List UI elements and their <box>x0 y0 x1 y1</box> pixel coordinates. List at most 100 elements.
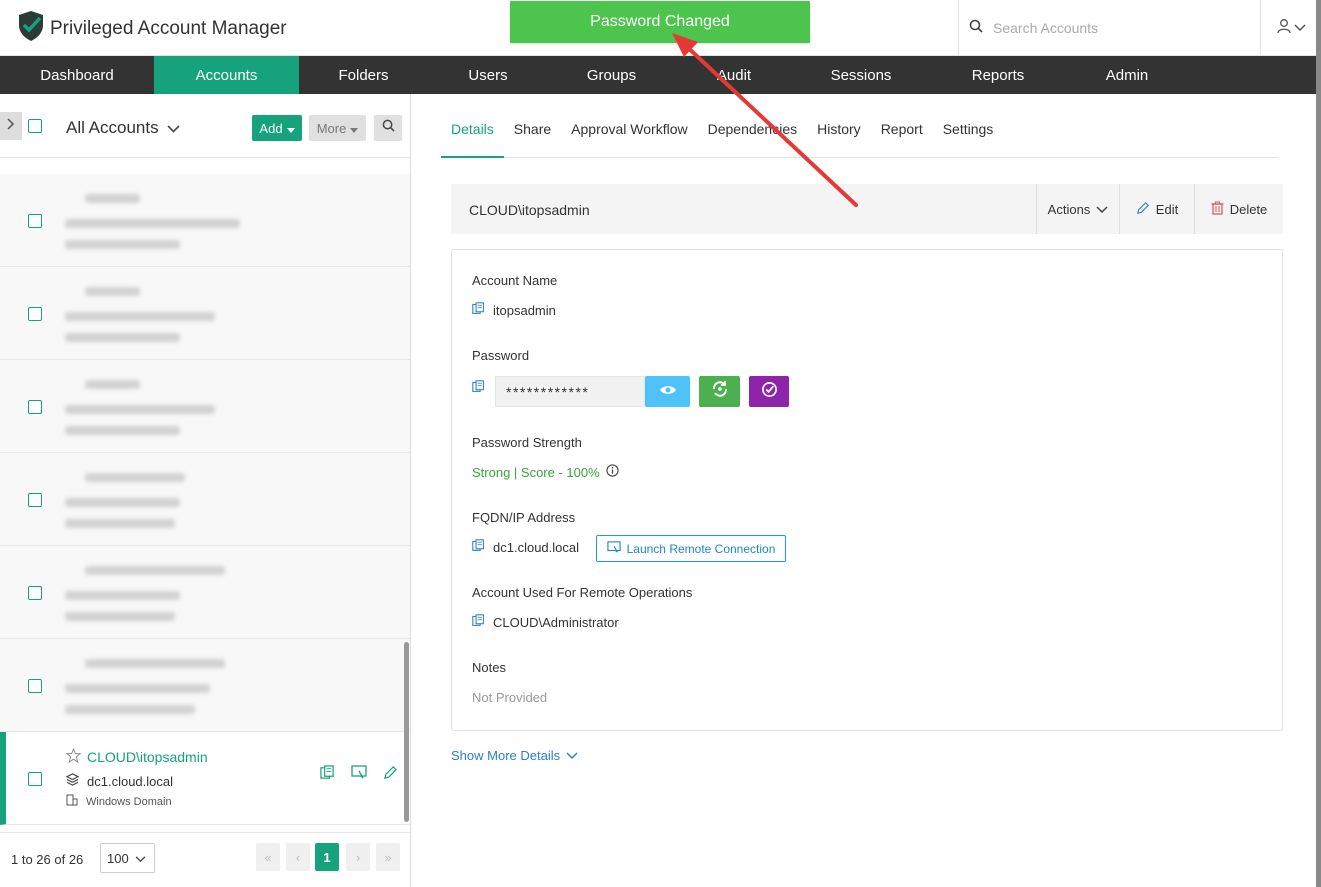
tab-share[interactable]: Share <box>504 94 561 158</box>
accounts-view-label: All Accounts <box>66 118 159 137</box>
copy-icon[interactable] <box>472 614 485 630</box>
search-icon <box>382 119 395 137</box>
notes-label: Notes <box>472 660 506 675</box>
check-circle-icon <box>761 381 778 403</box>
list-item[interactable] <box>0 360 410 453</box>
password-strength-label: Password Strength <box>472 435 582 450</box>
chevron-down-icon <box>566 748 578 763</box>
row-checkbox[interactable] <box>28 586 42 600</box>
nav-dashboard[interactable]: Dashboard <box>0 56 154 94</box>
current-page-button[interactable]: 1 <box>315 843 339 871</box>
nav-folders[interactable]: Folders <box>299 56 428 94</box>
top-bar: Privileged Account Manager Password Chan… <box>0 0 1321 56</box>
selected-account-name[interactable]: CLOUD\itopsadmin <box>65 747 208 766</box>
edit-button[interactable]: Edit <box>1119 184 1194 234</box>
search-input[interactable] <box>993 20 1233 36</box>
tab-settings[interactable]: Settings <box>933 94 1004 158</box>
star-icon[interactable] <box>65 747 82 766</box>
row-checkbox[interactable] <box>28 214 42 228</box>
tab-report[interactable]: Report <box>871 94 933 158</box>
show-password-button[interactable] <box>645 376 690 407</box>
row-checkbox[interactable] <box>28 307 42 321</box>
show-more-details-link[interactable]: Show More Details <box>451 748 578 763</box>
first-page-button[interactable]: « <box>256 843 280 871</box>
launch-remote-connection-button[interactable]: Launch Remote Connection <box>596 535 786 562</box>
list-item[interactable] <box>0 546 410 639</box>
list-item[interactable] <box>0 174 410 267</box>
select-all-checkbox[interactable] <box>28 119 42 133</box>
password-label: Password <box>472 348 530 363</box>
main-nav: Dashboard Accounts Folders Users Groups … <box>0 56 1321 94</box>
page-size-select[interactable]: 100 <box>100 843 155 873</box>
password-strength-value: Strong | Score - 100% <box>472 464 619 480</box>
rotate-password-button[interactable] <box>699 376 740 407</box>
copy-icon[interactable] <box>472 302 485 318</box>
last-page-button[interactable]: » <box>376 843 400 871</box>
row-checkbox[interactable] <box>28 493 42 507</box>
nav-groups[interactable]: Groups <box>548 56 675 94</box>
remote-connect-icon[interactable] <box>351 765 367 785</box>
remote-ops-text: CLOUD\Administrator <box>493 614 619 630</box>
tab-dependencies[interactable]: Dependencies <box>698 94 808 158</box>
actions-dropdown[interactable]: Actions <box>1036 184 1119 234</box>
more-button[interactable]: More <box>309 115 366 141</box>
account-details-card: Account Name itopsadmin Password *******… <box>451 249 1283 731</box>
nav-audit[interactable]: Audit <box>675 56 793 94</box>
list-header: All Accounts Add More <box>0 94 410 158</box>
list-item-selected[interactable]: CLOUD\itopsadmin dc1.cloud.local Windows… <box>0 732 410 825</box>
layers-icon <box>65 773 80 789</box>
password-changed-toast: Password Changed <box>510 1 810 43</box>
user-menu[interactable] <box>1260 0 1321 56</box>
list-scrollbar[interactable] <box>404 642 409 822</box>
list-item[interactable] <box>0 639 410 732</box>
list-item[interactable] <box>0 453 410 546</box>
row-checkbox[interactable] <box>28 679 42 693</box>
account-title: CLOUD\itopsadmin <box>469 202 590 218</box>
selected-type-label: Windows Domain <box>86 795 172 808</box>
copy-icon[interactable] <box>472 539 485 555</box>
expand-panel-button[interactable] <box>0 112 22 140</box>
chevron-down-icon <box>135 851 146 866</box>
nav-accounts[interactable]: Accounts <box>154 56 299 94</box>
verify-password-button[interactable] <box>749 376 789 407</box>
refresh-key-icon <box>711 380 729 403</box>
nav-reports[interactable]: Reports <box>929 56 1067 94</box>
copy-icon[interactable] <box>320 765 335 785</box>
list-item[interactable] <box>0 267 410 360</box>
fqdn-text: dc1.cloud.local <box>493 539 579 555</box>
accounts-view-dropdown[interactable]: All Accounts <box>66 118 180 138</box>
window-scrollbar[interactable] <box>1316 0 1321 887</box>
list-search-button[interactable] <box>374 115 402 141</box>
tab-history[interactable]: History <box>807 94 871 158</box>
copy-icon[interactable] <box>472 380 485 398</box>
accounts-list: CLOUD\itopsadmin dc1.cloud.local Windows… <box>0 174 410 825</box>
next-page-button[interactable]: › <box>346 843 370 871</box>
more-button-label: More <box>316 120 347 136</box>
pencil-icon <box>1136 201 1150 218</box>
nav-users[interactable]: Users <box>428 56 548 94</box>
delete-button[interactable]: Delete <box>1194 184 1283 234</box>
tab-details[interactable]: Details <box>441 94 504 158</box>
edit-pencil-icon[interactable] <box>383 765 398 785</box>
nav-sessions[interactable]: Sessions <box>793 56 929 94</box>
shield-check-icon <box>18 10 44 47</box>
prev-page-button[interactable]: ‹ <box>286 843 310 871</box>
nav-admin[interactable]: Admin <box>1067 56 1187 94</box>
search-icon <box>969 19 983 38</box>
fqdn-label: FQDN/IP Address <box>472 510 576 525</box>
pagination: 1 to 26 of 26 100 « ‹ 1 › » <box>0 832 410 887</box>
selected-host-label: dc1.cloud.local <box>87 773 173 789</box>
app-logo[interactable]: Privileged Account Manager <box>18 10 287 47</box>
password-field[interactable]: ************ <box>495 376 645 407</box>
info-icon[interactable] <box>606 464 619 480</box>
tab-approval-workflow[interactable]: Approval Workflow <box>561 94 697 158</box>
remote-connect-icon <box>606 540 621 557</box>
add-button[interactable]: Add <box>252 115 302 141</box>
add-button-label: Add <box>259 120 283 136</box>
page-size-value: 100 <box>107 850 129 866</box>
row-checkbox[interactable] <box>28 772 42 786</box>
strength-text: Strong | Score - 100% <box>472 464 600 480</box>
selected-account-type: Windows Domain <box>66 794 172 809</box>
row-checkbox[interactable] <box>28 400 42 414</box>
eye-icon <box>659 383 677 401</box>
